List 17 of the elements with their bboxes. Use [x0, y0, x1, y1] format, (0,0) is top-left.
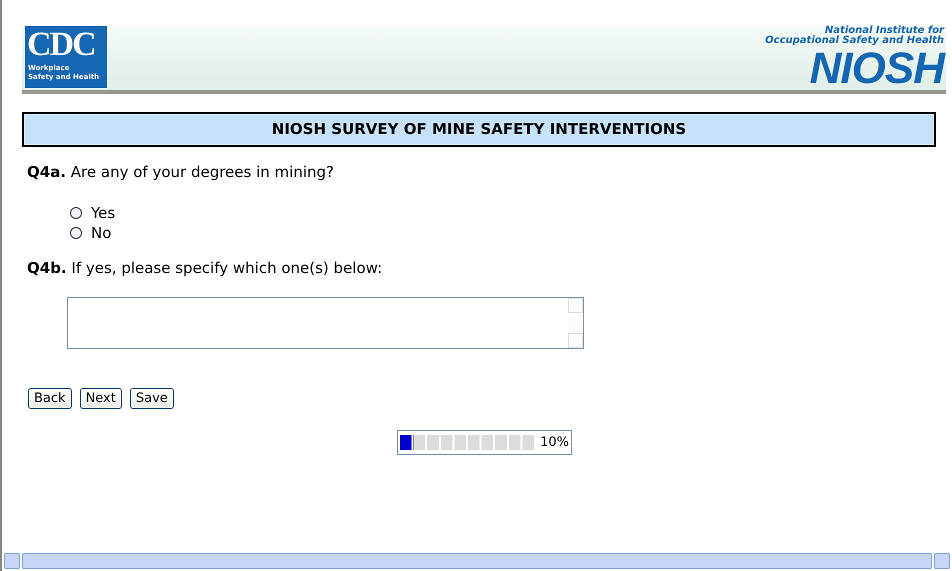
save-button[interactable]: Save: [130, 388, 174, 408]
answer-box[interactable]: [67, 296, 584, 348]
option-label[interactable]: No: [91, 224, 112, 242]
question-text: Q4a. Are any of your degrees in mining?: [27, 162, 335, 182]
logo-text: NIOSH: [810, 46, 944, 92]
horizontal-scrollbar[interactable]: [2, 553, 952, 569]
radio-button[interactable]: [70, 207, 82, 219]
option-label[interactable]: Yes: [91, 204, 116, 222]
logo-text: Occupational Safety and Health: [765, 36, 944, 46]
progress-reading: 10%: [540, 434, 569, 452]
radio-button[interactable]: [70, 227, 82, 239]
survey-title: NIOSH SURVEY OF MINE SAFETY INTERVENTIONS: [22, 112, 936, 146]
question-text: Q4b. If yes, please specify which one(s) below:: [27, 258, 384, 279]
logo-text: CDC: [26, 26, 96, 64]
back-button[interactable]: Back: [28, 388, 72, 408]
logo-text: National Institute for: [824, 26, 944, 36]
next-button[interactable]: Next: [80, 388, 122, 408]
